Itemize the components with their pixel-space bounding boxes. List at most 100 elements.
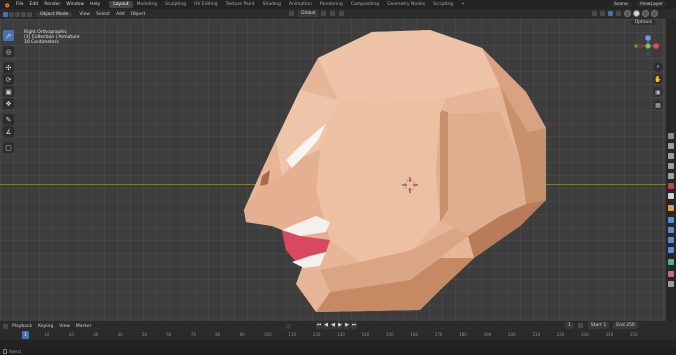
zoom-icon[interactable]: ⌕ <box>653 62 663 72</box>
menu-playback[interactable]: Playback <box>9 324 35 329</box>
transform-tool-icon[interactable]: ❖ <box>3 98 14 109</box>
tab-modeling[interactable]: Modeling <box>133 1 161 8</box>
editor-type-icon[interactable] <box>3 11 8 17</box>
xray-icon[interactable] <box>616 11 621 16</box>
menu-file[interactable]: File <box>13 2 27 7</box>
tab-scripting[interactable]: Scripting <box>429 1 457 8</box>
tab-layout[interactable]: Layout <box>109 1 133 8</box>
select-box-tool-icon[interactable]: ⬀ <box>3 30 14 41</box>
blender-logo-icon[interactable] <box>3 2 10 8</box>
scale-tool-icon[interactable]: ▣ <box>3 86 14 97</box>
frame-ruler[interactable]: 1 10 20 30 40 50 60 70 80 90 100 110 120 130 140 150 16… <box>0 331 676 340</box>
output-properties-icon[interactable] <box>668 153 674 159</box>
menu-add[interactable]: Add <box>113 12 128 17</box>
view-layer-selector[interactable]: ViewLayer <box>636 2 666 7</box>
tab-geometry-nodes[interactable]: Geometry Nodes <box>383 1 429 8</box>
menu-marker[interactable]: Marker <box>73 324 95 329</box>
end-frame-field[interactable]: End 250 <box>613 322 638 329</box>
overlay-icon[interactable] <box>608 11 613 16</box>
select-subtract-icon[interactable] <box>21 11 26 17</box>
timeline-editor-type-icon[interactable] <box>3 323 8 329</box>
object-properties-icon[interactable] <box>668 205 674 211</box>
tool-properties-icon[interactable] <box>668 133 674 139</box>
menu-help[interactable]: Help <box>87 2 103 7</box>
physics-properties-icon[interactable] <box>668 237 674 243</box>
preview-range-icon[interactable] <box>577 323 583 328</box>
play-reverse-button[interactable]: ◀ <box>330 322 336 329</box>
record-icon[interactable] <box>286 323 292 329</box>
collection-properties-icon[interactable] <box>668 193 674 199</box>
timeline-area[interactable] <box>0 340 676 348</box>
snap-icon[interactable] <box>330 11 336 16</box>
character-head-mesh[interactable] <box>240 27 550 321</box>
mouse-left-icon <box>3 349 7 354</box>
current-frame-field[interactable]: 1 <box>565 322 574 329</box>
ruler-tick: 210 <box>532 332 541 337</box>
proportional-edit-icon[interactable] <box>339 11 345 16</box>
3d-viewport[interactable]: Options Right Orthographic (1) Collectio… <box>0 19 666 321</box>
end-label: End <box>616 323 625 328</box>
world-properties-icon[interactable] <box>668 183 674 189</box>
select-extend-icon[interactable] <box>15 11 20 17</box>
playhead[interactable]: 1 <box>22 331 29 339</box>
measure-tool-icon[interactable]: ∡ <box>3 126 14 137</box>
end-value: 250 <box>626 323 635 328</box>
menu-object[interactable]: Object <box>128 12 149 17</box>
navigation-gizmo-icon[interactable] <box>632 35 664 57</box>
menu-select[interactable]: Select <box>93 12 113 17</box>
tab-animation[interactable]: Animation <box>285 1 316 8</box>
material-properties-icon[interactable] <box>668 271 674 277</box>
jump-end-button[interactable]: ⏭ <box>351 322 357 329</box>
menu-window[interactable]: Window <box>63 2 87 7</box>
prev-keyframe-button[interactable]: ◀ <box>323 322 329 329</box>
data-properties-icon[interactable] <box>668 259 674 265</box>
menu-keying[interactable]: Keying <box>35 324 56 329</box>
move-tool-icon[interactable]: ✣ <box>3 62 14 73</box>
visibility-icon[interactable] <box>592 11 597 16</box>
tab-texture-paint[interactable]: Texture Paint <box>222 1 259 8</box>
perspective-toggle-icon[interactable]: ▦ <box>653 100 663 110</box>
jump-start-button[interactable]: ⏮ <box>316 322 322 329</box>
play-button[interactable]: ▶ <box>337 322 343 329</box>
menu-timeline-view[interactable]: View <box>56 324 73 329</box>
render-properties-icon[interactable] <box>668 143 674 149</box>
next-keyframe-button[interactable]: ▶ <box>344 322 350 329</box>
rendered-shading-icon[interactable] <box>651 10 658 17</box>
wireframe-shading-icon[interactable] <box>624 10 631 17</box>
pan-hand-icon[interactable]: ✋ <box>653 74 663 84</box>
add-cube-tool-icon[interactable]: ▢ <box>3 142 14 153</box>
particle-properties-icon[interactable] <box>668 227 674 233</box>
options-button[interactable]: Options <box>630 20 656 25</box>
ruler-tick: 100 <box>264 332 272 337</box>
modifier-properties-icon[interactable] <box>668 217 674 223</box>
annotate-tool-icon[interactable]: ✎ <box>3 114 14 125</box>
scene-properties-icon[interactable] <box>668 173 674 179</box>
menu-render[interactable]: Render <box>41 2 63 7</box>
solid-shading-icon[interactable] <box>633 10 640 17</box>
texture-properties-icon[interactable] <box>668 281 674 287</box>
tab-shading[interactable]: Shading <box>259 1 285 8</box>
3d-cursor-icon[interactable] <box>402 177 418 193</box>
constraint-properties-icon[interactable] <box>668 247 674 253</box>
pivot-icon[interactable] <box>321 11 327 16</box>
cursor-tool-icon[interactable]: ◎ <box>3 46 14 57</box>
add-workspace-button[interactable]: + <box>457 1 469 8</box>
gizmo-icon[interactable] <box>600 11 605 16</box>
view-layer-properties-icon[interactable] <box>668 163 674 169</box>
tab-compositing[interactable]: Compositing <box>347 1 383 8</box>
menu-view[interactable]: View <box>76 12 93 17</box>
menu-edit[interactable]: Edit <box>27 2 42 7</box>
object-mode-dropdown[interactable]: Object Mode <box>36 11 73 17</box>
status-bar: Select <box>0 348 676 355</box>
rotate-tool-icon[interactable]: ⟳ <box>3 74 14 85</box>
select-mode-icon[interactable] <box>9 11 14 17</box>
scene-selector[interactable]: Scene <box>611 2 631 7</box>
start-frame-field[interactable]: Start 1 <box>587 322 610 329</box>
tab-sculpting[interactable]: Sculpting <box>161 1 190 8</box>
camera-view-icon[interactable]: ▣ <box>653 87 663 97</box>
transform-orientation-dropdown[interactable]: Global <box>298 10 319 17</box>
tab-uv-editing[interactable]: UV Editing <box>190 1 221 8</box>
select-intersect-icon[interactable] <box>27 11 32 17</box>
material-shading-icon[interactable] <box>642 10 649 17</box>
tab-rendering[interactable]: Rendering <box>316 1 347 8</box>
